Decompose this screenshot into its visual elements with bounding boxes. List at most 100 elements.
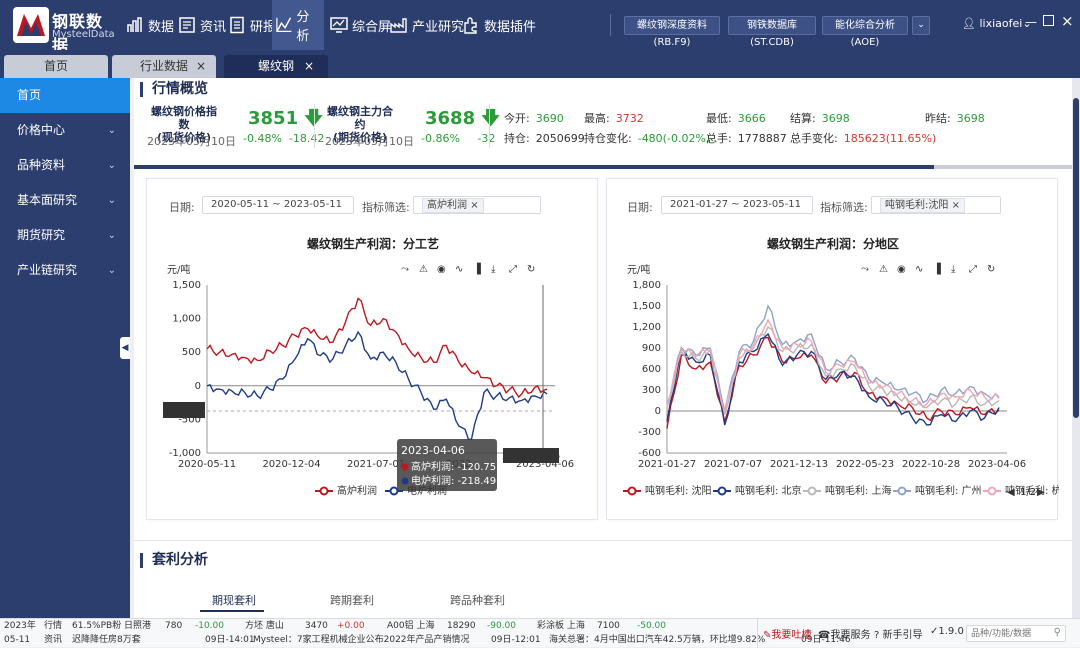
bar-icon[interactable]: ▐ [933, 262, 941, 275]
main-scrollbar[interactable] [1072, 78, 1080, 618]
brand-logo[interactable]: 钢联数据 MysteelData [12, 6, 115, 55]
nav-news[interactable]: 资讯 [174, 0, 230, 50]
service-button[interactable]: ☎我要服务 [818, 626, 870, 641]
fullscreen-icon[interactable]: ⤢ [509, 264, 517, 275]
sidebar-item-label: 价格中心 [17, 123, 66, 137]
tab-label: 螺纹钢 [257, 59, 294, 73]
y-tick-label: 1,500 [632, 301, 661, 312]
warning-icon[interactable]: ⚠ [879, 264, 888, 275]
section-divider [134, 540, 1072, 541]
close-icon[interactable]: × [304, 55, 314, 78]
scrollbar-thumb[interactable] [1073, 98, 1079, 418]
feedback-button[interactable]: ✎我要吐槽 [763, 626, 811, 641]
fut-chg: -32 [477, 132, 496, 145]
legend-label: 吨钢毛利: 北京 [735, 484, 802, 497]
tab-rebar[interactable]: 螺纹钢 × [224, 55, 328, 78]
sidebar-item-futures[interactable]: 期货研究 ⌄ [0, 218, 130, 253]
pills-dropdown-button[interactable]: ⌄ [912, 16, 930, 35]
legend-marker [389, 486, 399, 496]
download-icon[interactable]: ⤓ [491, 264, 496, 275]
x-tick-label: 2021-07-07 [704, 459, 762, 470]
nav-analysis[interactable]: 分析 [272, 0, 324, 50]
kv-position-change: 持仓变化: -480(-0.02%) [584, 130, 710, 146]
minimize-button[interactable]: — [1025, 15, 1037, 29]
y-tick-label: 1,000 [172, 314, 201, 325]
fut-pct: -0.86% [421, 132, 460, 145]
nav-monitor[interactable]: 综合屏 [326, 0, 395, 50]
sidebar-item-price-center[interactable]: 价格中心 ⌄ [0, 113, 130, 148]
tab-home[interactable]: 首页 [4, 55, 108, 78]
sidebar-item-chain[interactable]: 产业链研究 ⌄ [0, 253, 130, 288]
sidebar-item-label: 品种资料 [17, 158, 66, 172]
nav-data[interactable]: 数据 [122, 0, 178, 50]
help-icon: ? [874, 630, 880, 641]
line-chart-icon[interactable]: ⤳ [861, 264, 869, 275]
y-tick-label: 600 [642, 364, 661, 375]
refresh-icon[interactable]: ↻ [527, 264, 535, 275]
legend-label: 吨钢毛利: 沈阳 [645, 484, 712, 497]
tab-cross-variety-arb[interactable]: 跨品种套利 [450, 592, 505, 608]
status-text: +0.00 [337, 621, 365, 631]
download-icon[interactable]: ⤓ [951, 264, 956, 275]
kv-key: 昨结: [925, 112, 951, 125]
legend-next-icon[interactable]: ▶ [1037, 487, 1045, 498]
search-input[interactable] [967, 626, 1045, 641]
phone-icon: ☎ [818, 630, 831, 641]
spot-price-value: 3851 [248, 108, 299, 129]
active-tab-underline [200, 610, 264, 612]
refresh-icon[interactable]: ↻ [987, 264, 995, 275]
analysis-icon [276, 17, 292, 32]
legend-marker [987, 486, 997, 496]
fullscreen-icon[interactable]: ⤢ [969, 264, 977, 275]
maximize-button[interactable] [1043, 15, 1054, 26]
pill-energy-analysis[interactable]: 能化综合分析(AOE) [822, 16, 908, 48]
version-label: 1.9.0 [938, 626, 964, 637]
chart-panel-process: 日期: 2020-05-11 ~ 2023-05-11 指标筛选: 高炉利润 ×… [146, 178, 598, 520]
location-icon[interactable]: ◉ [437, 264, 446, 275]
sidebar-collapse-button[interactable]: ◀ [120, 337, 130, 359]
legend-label: 吨钢毛利: 上海 [825, 484, 892, 497]
legend-marker [897, 486, 907, 496]
y-tick-label: 1,800 [632, 280, 661, 291]
sidebar-item-home[interactable]: 首页 [0, 78, 130, 113]
kv-key: 最低: [706, 112, 732, 125]
location-icon[interactable]: ◉ [897, 264, 906, 275]
user-menu[interactable]: 👤︎ lixiaofei⌄ [962, 17, 1032, 30]
close-icon: × [1061, 12, 1074, 30]
line-chart-icon[interactable]: ⤳ [401, 264, 409, 275]
sidebar-item-fundamental[interactable]: 基本面研究 ⌄ [0, 183, 130, 218]
search-box[interactable]: ⚲ [966, 625, 1066, 642]
status-text[interactable]: Mysteel：7家工程机械企业公布2022年产品产销情况 [253, 633, 470, 647]
pill-rebar-profile[interactable]: 螺纹钢深度资料(RB.F9) [624, 16, 720, 48]
legend-prev-icon[interactable]: ◀ [1007, 487, 1015, 498]
tab-industry-data[interactable]: 行业数据 × [112, 55, 216, 78]
pulse-icon[interactable]: ∿ [455, 264, 463, 275]
kv-low: 最低: 3666 [706, 110, 766, 126]
status-text[interactable]: 海关总署：4月中国出口汽车42.5万辆，环比增9.82% [549, 633, 765, 647]
kv-key: 总手变化: [790, 132, 838, 145]
legend-page: 1/2 [1020, 487, 1036, 498]
chevron-down-icon: ⌄ [107, 230, 116, 241]
x-tick-label: 2021-01-27 [638, 459, 696, 470]
pulse-icon[interactable]: ∿ [915, 264, 923, 275]
search-icon[interactable]: ⚲ [1054, 627, 1061, 638]
close-window-button[interactable]: × [1061, 12, 1074, 30]
bar-icon[interactable]: ▐ [473, 262, 481, 275]
series-line-2 [666, 325, 1000, 415]
spot-change: -0.48% -18.42 [243, 132, 324, 145]
chevron-down-icon: ⌄ [107, 195, 116, 206]
tab-spot-futures-arb[interactable]: 期现套利 [212, 592, 256, 608]
kv-settle: 结算: 3698 [790, 110, 850, 126]
sidebar-item-variety[interactable]: 品种资料 ⌄ [0, 148, 130, 183]
overview-divider [134, 165, 1072, 169]
nav-industry[interactable]: 产业研究 [386, 0, 468, 50]
nav-plugin[interactable]: 数据插件 [458, 0, 540, 50]
pill-steel-db[interactable]: 钢铁数据库(ST.CDB) [728, 16, 816, 48]
close-icon[interactable]: × [196, 55, 206, 78]
guide-button[interactable]: ? 新手引导 [874, 626, 923, 641]
status-text: 05-11 [4, 635, 31, 645]
kv-key: 结算: [790, 112, 816, 125]
warning-icon[interactable]: ⚠ [419, 264, 428, 275]
tab-calendar-arb[interactable]: 跨期套利 [330, 592, 374, 608]
kv-key: 今开: [504, 112, 530, 125]
